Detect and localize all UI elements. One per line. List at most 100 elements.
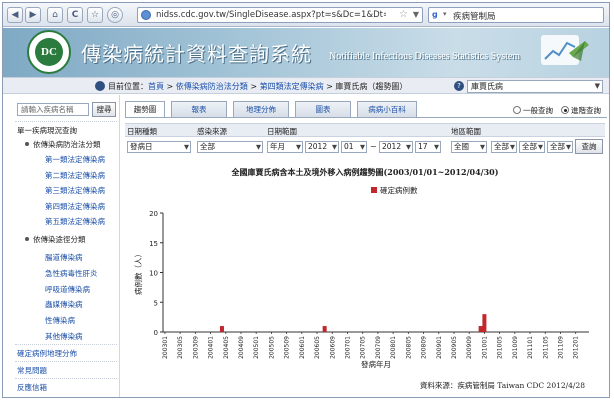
sidebar-item-category-3[interactable]: 第三類法定傳染病 (45, 185, 105, 196)
chevron-down-icon: ▼ (256, 143, 261, 151)
x-tick-label: 201101 (527, 336, 534, 359)
tab-trend-chart[interactable]: 趨勢圖 (125, 101, 165, 118)
x-tick-label: 200809 (421, 336, 428, 359)
region-select-4[interactable]: 全部 ▼ (547, 141, 573, 153)
query-mode-general-label: 一般查詢 (523, 106, 553, 115)
region-select-3[interactable]: 全部 ▼ (519, 141, 545, 153)
help-icon: ? (454, 81, 464, 91)
source-select[interactable]: 全部 ▼ (197, 141, 263, 153)
disease-search-button[interactable]: 搜尋 (92, 102, 116, 117)
search-text[interactable]: 疾病管制局 (453, 10, 496, 22)
end-year-select[interactable]: 2012 ▼ (379, 141, 413, 153)
sidebar-divider (15, 378, 117, 379)
sidebar-item-other[interactable]: 其他傳染病 (45, 331, 83, 342)
sidebar-item-geo-distribution[interactable]: 確定病例地理分佈 (17, 348, 77, 359)
sidebar-item-faq[interactable]: 常見問題 (17, 365, 47, 376)
sidebar-item-category-1[interactable]: 第一類法定傳染病 (45, 154, 105, 165)
chevron-down-icon: ▼ (360, 143, 365, 151)
site-title-english: Notifiable Infectious Diseases Statistic… (329, 51, 521, 62)
site-banner: DC 傳染病統計資料查詢系統 Notifiable Infectious Dis… (3, 28, 609, 77)
tab-geo-distribution[interactable]: 地理分佈 (233, 101, 289, 117)
disease-select[interactable]: 庫賈氏病 ▼ (467, 80, 603, 93)
breadcrumb-law-category[interactable]: 依傳染病防治法分類 (176, 82, 248, 91)
tab-encyclopedia[interactable]: 病病小百科 (357, 101, 417, 117)
radio-advanced[interactable] (561, 106, 569, 114)
sidebar-item-vector-borne[interactable]: 蟲媒傳染病 (45, 299, 83, 310)
filter-label-date-type: 日期種類 (127, 127, 157, 136)
disease-search-input[interactable]: 請輸入疾病名稱 (17, 103, 89, 116)
query-mode-advanced[interactable]: 進階查詢 (561, 105, 601, 116)
breadcrumb: 目前位置：首頁 > 依傳染病防治法分類 > 第四類法定傳染病 > 庫賈氏病（趨勢… (108, 81, 407, 92)
sidebar-item-sexual[interactable]: 性傳染病 (45, 315, 75, 326)
region2-value: 全部 (494, 142, 509, 151)
location-bar: 目前位置：首頁 > 依傳染病防治法分類 > 第四類法定傳染病 > 庫賈氏病（趨勢… (3, 77, 609, 94)
x-tick-label: 200701 (344, 336, 351, 359)
forward-button[interactable]: ▶ (25, 7, 41, 23)
sidebar-item-category-4[interactable]: 第四類法定傳染病 (45, 201, 105, 212)
url-text[interactable]: nidss.cdc.gov.tw/SingleDisease.aspx?pt=s… (156, 10, 386, 20)
x-tick-label: 200301 (162, 336, 169, 359)
x-tick-label: 200905 (451, 336, 458, 359)
y-tick-label: 0 (154, 329, 158, 337)
reload-button[interactable]: C (67, 7, 83, 23)
home-button[interactable]: ⌂ (47, 7, 63, 23)
sidebar-divider (15, 344, 117, 345)
breadcrumb-category-4[interactable]: 第四類法定傳染病 (260, 82, 324, 91)
tab-charts[interactable]: 圖表 (295, 101, 351, 117)
chevron-down-icon: ▼ (480, 143, 485, 151)
region-select-2[interactable]: 全部 ▼ (491, 141, 517, 153)
sidebar-item-enteric[interactable]: 腸道傳染病 (45, 252, 83, 263)
x-tick-label: 201009 (512, 336, 519, 359)
x-axis-label: 發病年月 (361, 359, 391, 369)
sidebar-group-route[interactable]: 依傳染途徑分類 (25, 234, 86, 245)
breadcrumb-separator: > (247, 82, 260, 91)
date-type-value: 發病日 (130, 142, 153, 151)
query-mode-general[interactable]: 一般查詢 (513, 105, 553, 116)
filter-label-region: 地區範圍 (451, 127, 481, 136)
sidebar-item-respiratory[interactable]: 呼吸道傳染病 (45, 284, 90, 295)
reload-icon: C (71, 10, 79, 20)
sidebar-divider (15, 361, 117, 362)
breadcrumb-home[interactable]: 首頁 (148, 82, 164, 91)
x-tick-label: 201005 (497, 336, 504, 359)
tab-report[interactable]: 報表 (171, 101, 227, 117)
range-unit-select[interactable]: 年月 ▼ (267, 141, 303, 153)
start-month-value: 01 (344, 142, 354, 151)
x-tick-label: 200409 (238, 336, 245, 359)
sidebar-item-feedback[interactable]: 反應信箱 (17, 382, 47, 393)
sidebar-item-hepatitis[interactable]: 急性病毒性肝炎 (45, 268, 98, 279)
sidebar-item-category-5[interactable]: 第五類法定傳染病 (45, 216, 105, 227)
back-button[interactable]: ◀ (7, 7, 23, 23)
y-tick-label: 20 (149, 210, 158, 218)
radio-general[interactable] (513, 106, 521, 114)
bar-200607 (322, 326, 327, 332)
date-type-select[interactable]: 發病日 ▼ (127, 141, 191, 153)
breadcrumb-current: 庫賈氏病（趨勢圖） (335, 82, 408, 91)
toolbar-extension-button[interactable]: ◎ (107, 7, 123, 23)
sidebar-item-category-2[interactable]: 第二類法定傳染病 (45, 170, 105, 181)
x-tick-label: 200405 (223, 336, 230, 359)
query-button[interactable]: 查詢 (575, 139, 603, 154)
chevron-down-icon: ▼ (406, 143, 411, 151)
end-month-select[interactable]: 17 ▼ (415, 141, 441, 153)
region1-value: 全國 (454, 142, 469, 151)
start-year-select[interactable]: 2012 ▼ (305, 141, 339, 153)
address-bar[interactable]: nidss.cdc.gov.tw/SingleDisease.aspx?pt=s… (137, 7, 423, 23)
x-tick-label: 200705 (360, 336, 367, 359)
site-title: 傳染病統計資料查詢系統 (81, 42, 312, 66)
url-dropdown-icon[interactable]: ▼ (413, 10, 419, 19)
cdc-logo[interactable]: DC (27, 30, 71, 74)
x-tick-label: 201001 (481, 336, 488, 359)
y-tick-label: 15 (149, 240, 158, 248)
star-icon[interactable]: ☆ (399, 9, 408, 20)
start-month-select[interactable]: 01 ▼ (341, 141, 367, 153)
region-select-1[interactable]: 全國 ▼ (451, 141, 487, 153)
browser-search-box[interactable]: g ▾ 疾病管制局 (428, 7, 604, 23)
engine-dropdown-icon[interactable]: ▾ (443, 10, 447, 18)
filter-header: 日期種類 感染來源 日期範圍 地區範圍 (125, 123, 605, 137)
location-icon (95, 81, 105, 91)
bookmarks-button[interactable]: ☆ (87, 7, 103, 23)
x-tick-label: 200309 (192, 336, 199, 359)
sidebar-group-law[interactable]: 依傳染病防治法分類 (25, 139, 101, 150)
query-mode-advanced-label: 進階查詢 (571, 106, 601, 115)
